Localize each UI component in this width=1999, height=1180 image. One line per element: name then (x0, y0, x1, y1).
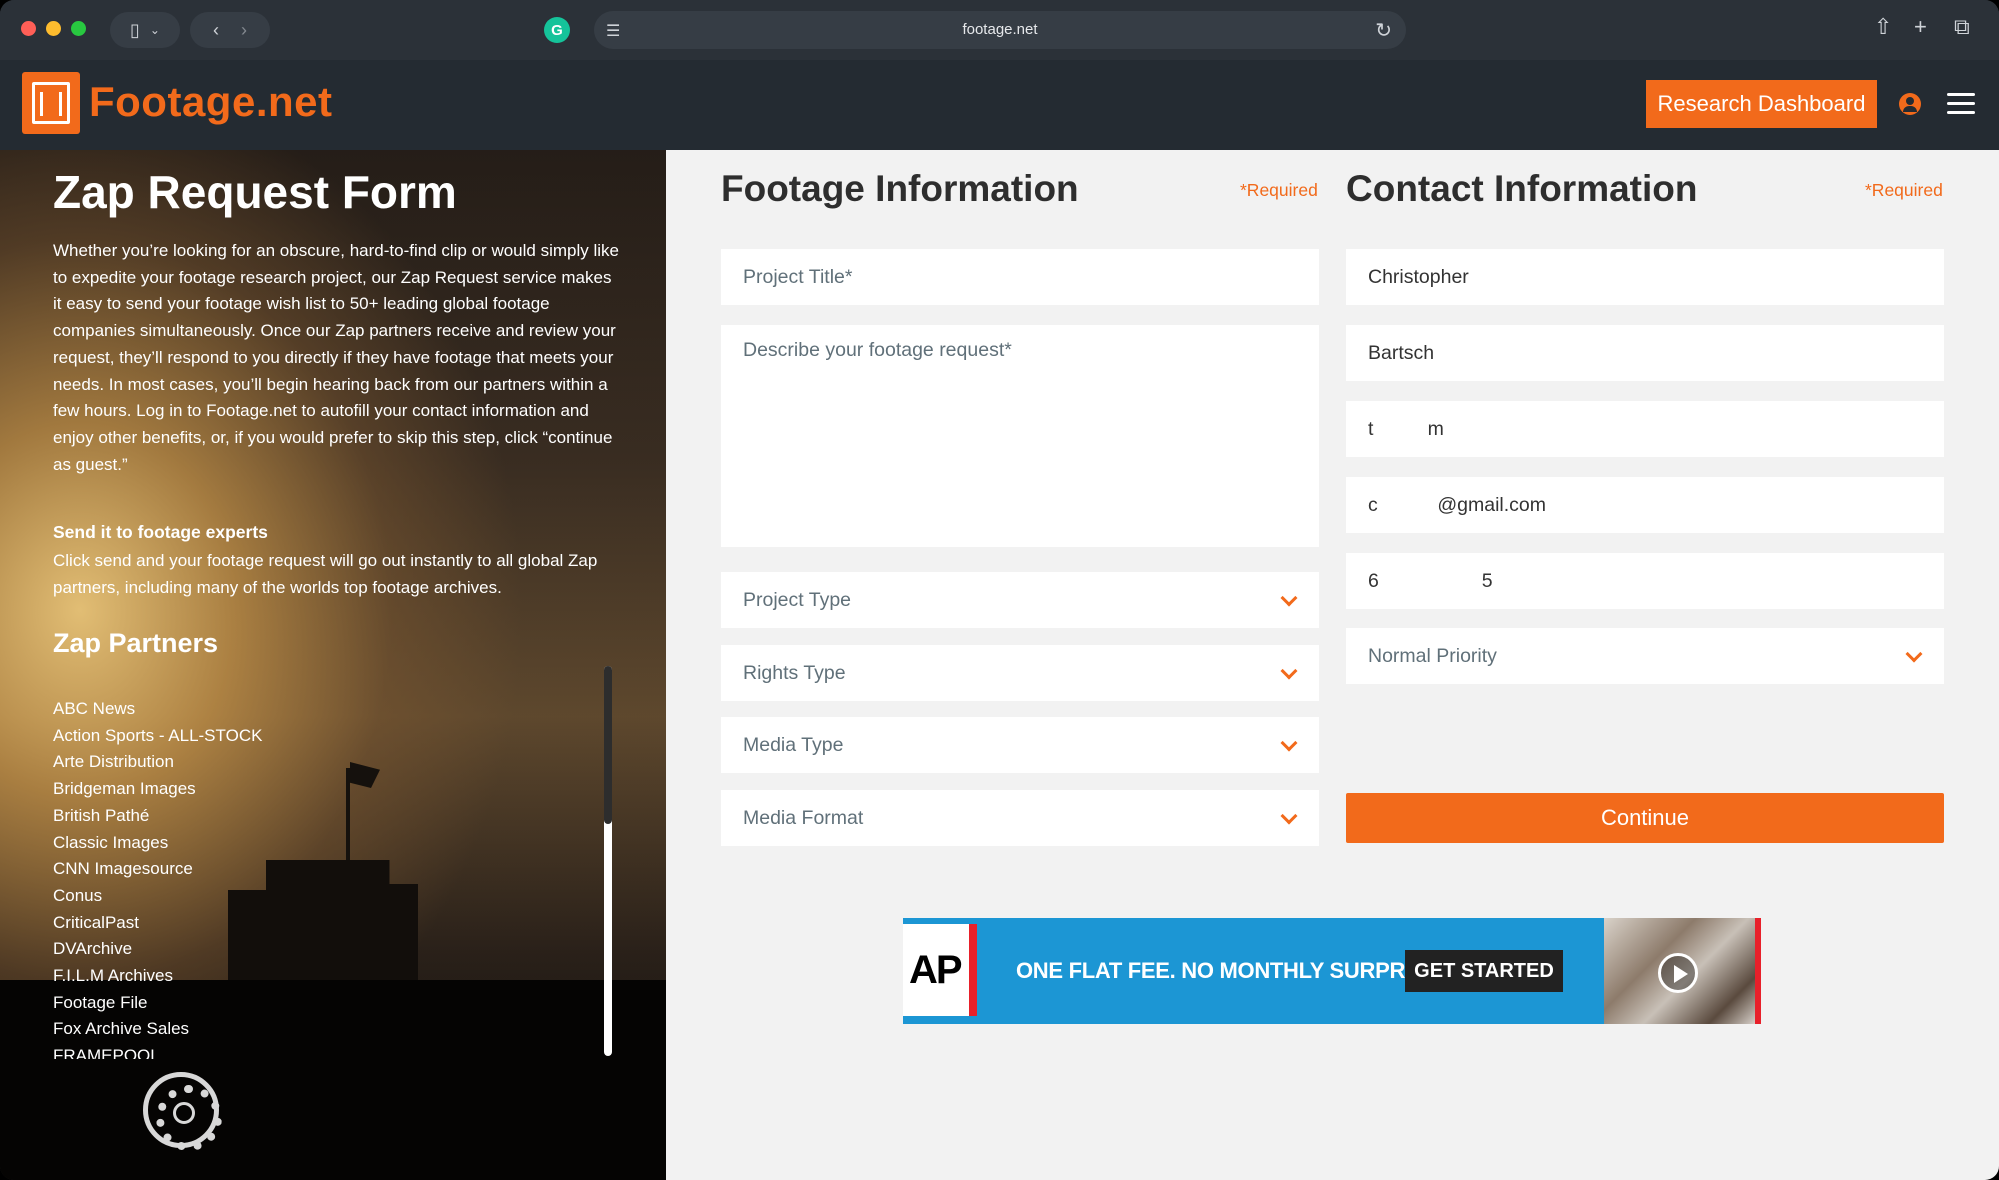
partner-item: DVArchive (53, 939, 133, 959)
rights-type-label: Rights Type (743, 661, 846, 684)
share-icon[interactable]: ⇧ (1874, 14, 1892, 40)
media-type-select[interactable]: Media Type (721, 717, 1319, 773)
media-format-label: Media Format (743, 806, 864, 829)
partner-item: F.I.L.M Archives (53, 966, 173, 986)
chevron-down-icon (1280, 589, 1298, 607)
ap-ad-banner[interactable]: AP ONE FLAT FEE. NO MONTHLY SURPRISES. G… (903, 918, 1761, 1024)
forward-icon[interactable]: › (241, 20, 247, 41)
user-account-icon[interactable] (1899, 93, 1921, 115)
site-header: Footage.net Research Dashboard (0, 60, 1999, 150)
priority-label: Normal Priority (1368, 644, 1497, 667)
partners-list[interactable]: ABC News Action Sports - ALL-STOCK Arte … (53, 696, 453, 1059)
continue-button[interactable]: Continue (1346, 793, 1944, 843)
sidebar-icon: ▯ (130, 19, 140, 40)
company-input[interactable]: t m (1346, 401, 1944, 457)
partner-item: Footage File (53, 992, 148, 1012)
partner-item: ABC News (53, 699, 136, 718)
chevron-down-icon (1280, 662, 1298, 680)
footage-info-title: Footage Information (721, 168, 1079, 209)
partner-item: CriticalPast (53, 912, 139, 932)
priority-select[interactable]: Normal Priority (1346, 628, 1944, 684)
partner-item: British Pathé (53, 805, 150, 825)
partner-item: Fox Archive Sales (53, 1019, 190, 1039)
media-type-label: Media Type (743, 733, 844, 756)
grammarly-icon[interactable]: G (544, 17, 570, 43)
email-input[interactable]: c @gmail.com (1346, 477, 1944, 533)
zoom-window-button[interactable] (71, 21, 86, 36)
media-format-select[interactable]: Media Format (721, 790, 1319, 846)
ad-get-started-button[interactable]: GET STARTED (1405, 950, 1563, 992)
footage-description-textarea[interactable]: Describe your footage request* (721, 325, 1319, 547)
phone-input[interactable]: 6 5 (1346, 553, 1944, 609)
zap-description: Whether you’re looking for an obscure, h… (53, 241, 619, 474)
rights-type-select[interactable]: Rights Type (721, 645, 1319, 701)
partner-item: Bridgeman Images (53, 779, 196, 799)
experts-text: Click send and your footage request will… (53, 551, 598, 597)
minimize-window-button[interactable] (46, 21, 61, 36)
zap-info-panel: Zap Request Form Whether you’re looking … (0, 150, 666, 1180)
close-window-button[interactable] (21, 21, 36, 36)
partners-heading: Zap Partners (53, 628, 219, 658)
project-title-input[interactable]: Project Title* (721, 249, 1319, 305)
project-type-label: Project Type (743, 588, 852, 611)
footage-logo-icon[interactable] (22, 72, 80, 134)
browser-window: ▯ ⌄ ‹ › G ☰ footage.net ↻ ⇧ + ⧉ Footage.… (0, 0, 1999, 1180)
project-type-select[interactable]: Project Type (721, 572, 1319, 628)
contact-info-title: Contact Information (1346, 168, 1698, 209)
experts-heading: Send it to footage experts (53, 522, 268, 542)
chevron-down-icon (1280, 734, 1298, 752)
footage-required-note: *Required (1240, 180, 1318, 200)
partner-item: Conus (53, 885, 103, 905)
chevron-down-icon (1280, 807, 1298, 825)
page-title: Zap Request Form (53, 166, 457, 218)
play-icon[interactable] (1658, 953, 1698, 993)
partner-item: Arte Distribution (53, 752, 174, 772)
sidebar-toggle-button[interactable]: ▯ ⌄ (110, 12, 180, 48)
hamburger-menu-icon[interactable] (1947, 93, 1975, 115)
browser-toolbar: ▯ ⌄ ‹ › G ☰ footage.net ↻ ⇧ + ⧉ (0, 0, 1999, 60)
first-name-input[interactable]: Christopher (1346, 249, 1944, 305)
request-form: Footage Information *Required Project Ti… (666, 150, 1999, 1180)
tabs-icon[interactable]: ⧉ (1954, 14, 1970, 40)
partner-item: CNN Imagesource (53, 859, 193, 879)
chevron-down-icon (1905, 645, 1923, 663)
reload-icon[interactable]: ↻ (1375, 18, 1392, 43)
research-dashboard-button[interactable]: Research Dashboard (1646, 80, 1877, 128)
partner-item: FRAMEPOOL (53, 1046, 160, 1059)
contact-required-note: *Required (1865, 180, 1943, 200)
film-reel-icon (143, 1072, 222, 1151)
ad-tagline: ONE FLAT FEE. NO MONTHLY SURPRISES. (1016, 958, 1460, 983)
partner-item: Classic Images (53, 832, 169, 852)
url-text: footage.net (962, 21, 1038, 38)
partners-scrollbar-thumb[interactable] (604, 666, 612, 824)
last-name-input[interactable]: Bartsch (1346, 325, 1944, 381)
new-tab-icon[interactable]: + (1914, 14, 1927, 40)
back-icon[interactable]: ‹ (213, 20, 219, 41)
logo-text[interactable]: Footage.net (89, 78, 333, 126)
chevron-down-icon: ⌄ (149, 23, 160, 37)
partner-item: Action Sports - ALL-STOCK (53, 725, 263, 745)
navigation-buttons: ‹ › (190, 12, 270, 48)
address-bar[interactable]: ☰ footage.net ↻ (594, 11, 1406, 49)
ap-logo: AP (903, 924, 977, 1016)
